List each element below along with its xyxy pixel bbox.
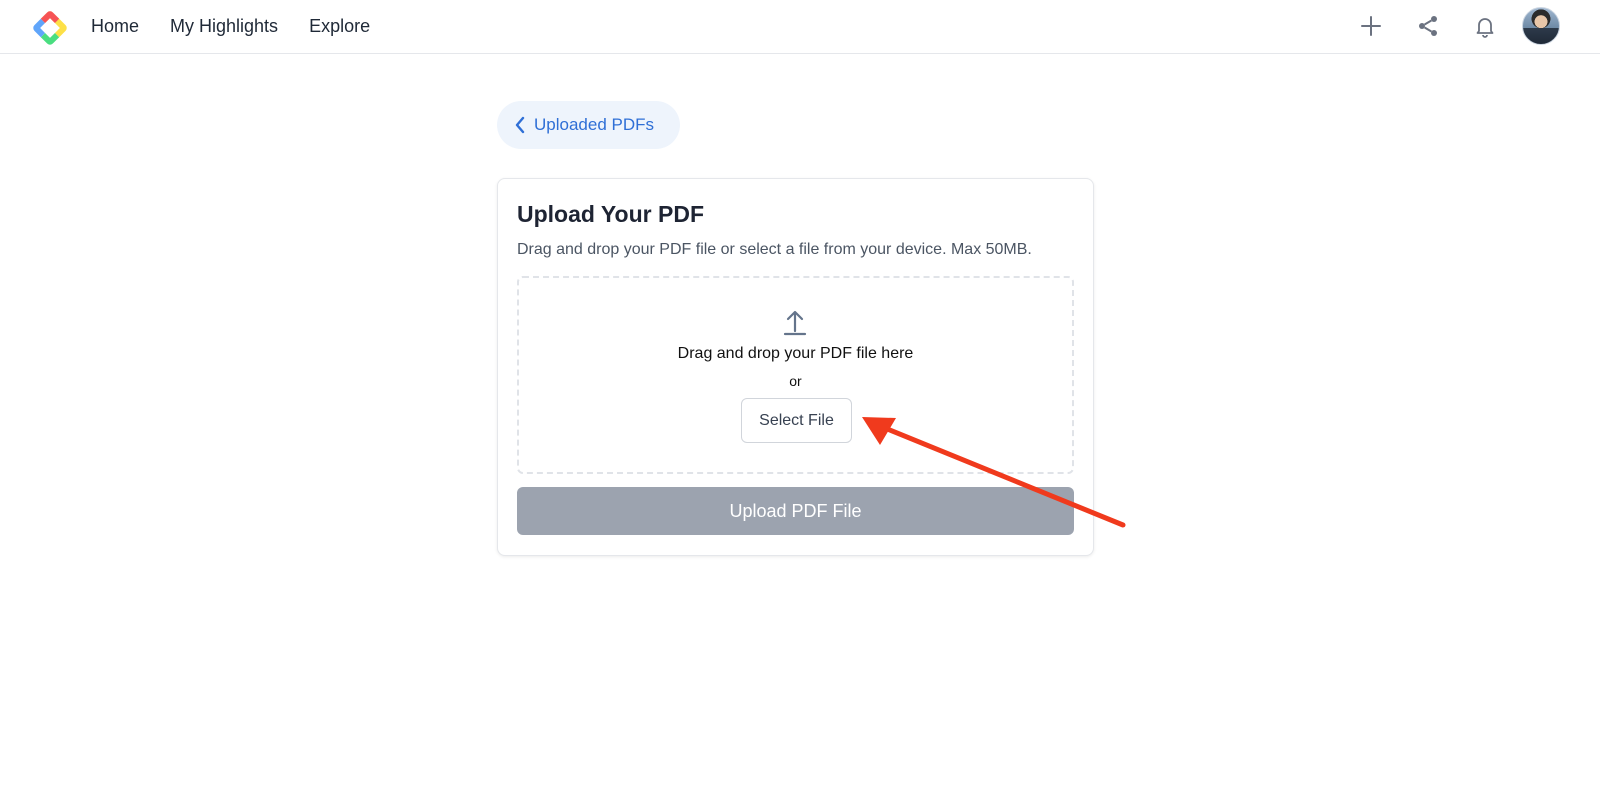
plus-icon[interactable] xyxy=(1351,6,1391,46)
card-title: Upload Your PDF xyxy=(517,201,704,227)
nav-home[interactable]: Home xyxy=(91,16,139,37)
nav-explore[interactable]: Explore xyxy=(309,16,370,37)
nav-my-highlights[interactable]: My Highlights xyxy=(170,16,278,37)
user-avatar[interactable] xyxy=(1522,7,1560,45)
main-nav: Home My Highlights Explore xyxy=(91,0,401,52)
select-file-button[interactable]: Select File xyxy=(741,398,852,443)
dropzone-text: Drag and drop your PDF file here xyxy=(677,345,914,362)
back-link-label: Uploaded PDFs xyxy=(534,115,655,134)
top-navigation-bar: Home My Highlights Explore xyxy=(0,0,1600,54)
top-actions xyxy=(1334,0,1560,52)
upload-pdf-button[interactable]: Upload PDF File xyxy=(517,487,1074,535)
upload-icon xyxy=(783,310,807,336)
share-icon[interactable] xyxy=(1408,6,1448,46)
back-to-uploaded-pdfs-link[interactable]: Uploaded PDFs xyxy=(497,101,680,149)
dropzone-or: or xyxy=(789,373,802,389)
upload-card: Upload Your PDF Drag and drop your PDF f… xyxy=(497,178,1094,556)
pdf-dropzone[interactable]: Drag and drop your PDF file here or Sele… xyxy=(517,276,1074,474)
card-description: Drag and drop your PDF file or select a … xyxy=(517,241,1032,258)
chevron-left-icon xyxy=(515,116,525,134)
app-logo-icon[interactable] xyxy=(28,6,72,50)
bell-icon[interactable] xyxy=(1465,6,1505,46)
